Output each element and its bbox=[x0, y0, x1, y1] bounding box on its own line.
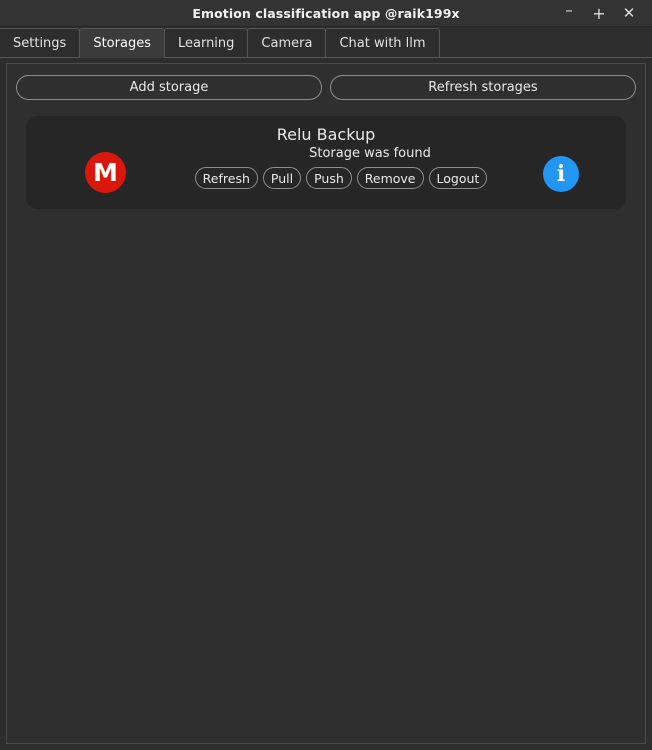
tab-learning[interactable]: Learning bbox=[163, 28, 249, 58]
storage-status: Storage was found bbox=[309, 146, 431, 161]
tab-chat-with-llm[interactable]: Chat with llm bbox=[325, 28, 440, 58]
window-controls: – + ✕ bbox=[554, 0, 644, 27]
window-title: Emotion classification app @raik199x bbox=[192, 5, 460, 21]
tab-settings[interactable]: Settings bbox=[0, 28, 81, 58]
storage-name: Relu Backup bbox=[276, 125, 376, 144]
add-storage-button[interactable]: Add storage bbox=[16, 75, 322, 100]
remove-button[interactable]: Remove bbox=[356, 167, 424, 189]
refresh-storages-button[interactable]: Refresh storages bbox=[330, 75, 636, 100]
storages-panel: Add storage Refresh storages Relu Backup… bbox=[6, 63, 646, 744]
storage-actions: Refresh Pull Push Remove Logout bbox=[194, 167, 488, 189]
push-button[interactable]: Push bbox=[306, 167, 352, 189]
maximize-icon[interactable]: + bbox=[584, 2, 614, 26]
titlebar: Emotion classification app @raik199x – +… bbox=[0, 0, 652, 27]
mega-logo-icon: M bbox=[85, 152, 126, 193]
tab-camera[interactable]: Camera bbox=[247, 28, 327, 58]
storage-card: Relu Backup M Storage was found Refresh … bbox=[26, 116, 626, 209]
pull-button[interactable]: Pull bbox=[262, 167, 302, 189]
tab-bar: Settings Storages Learning Camera Chat w… bbox=[0, 27, 652, 58]
minimize-icon[interactable]: – bbox=[554, 2, 584, 26]
app-window: Emotion classification app @raik199x – +… bbox=[0, 0, 652, 750]
info-icon[interactable]: i bbox=[543, 156, 579, 192]
close-icon[interactable]: ✕ bbox=[614, 2, 644, 26]
logout-button[interactable]: Logout bbox=[428, 167, 488, 189]
storage-toolbar: Add storage Refresh storages bbox=[16, 75, 636, 100]
tab-storages[interactable]: Storages bbox=[79, 28, 165, 58]
storage-card-body: Storage was found Refresh Pull Push Remo… bbox=[191, 146, 491, 189]
refresh-button[interactable]: Refresh bbox=[194, 167, 258, 189]
